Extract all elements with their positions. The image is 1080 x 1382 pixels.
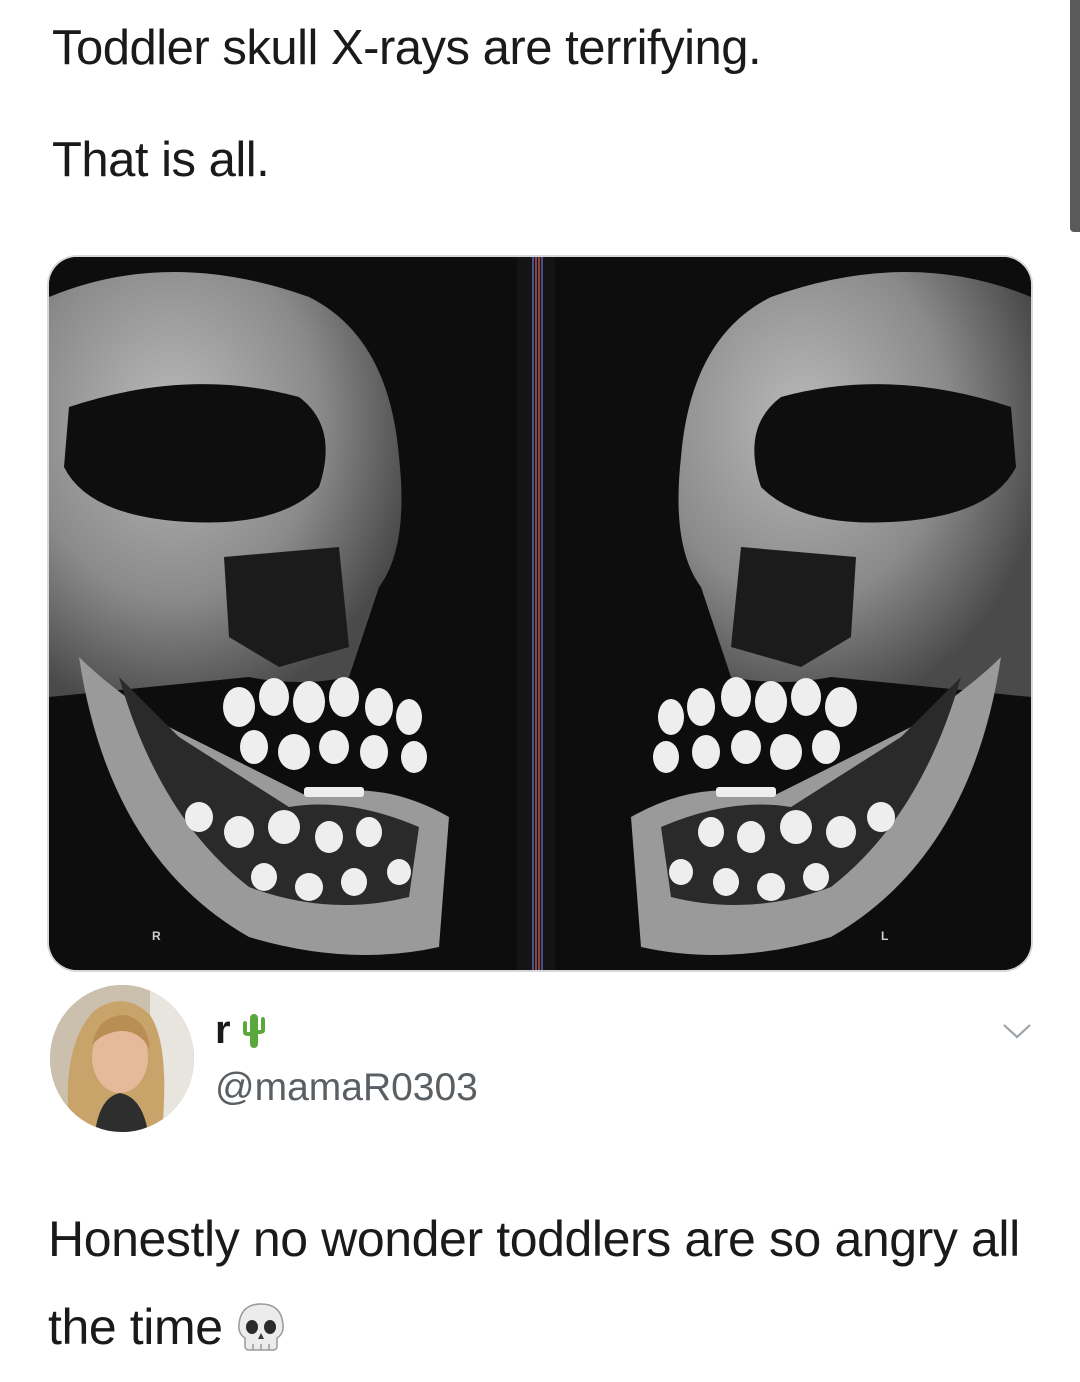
xray-right-skull [555,257,1031,970]
chevron-down-icon[interactable] [1000,1020,1034,1042]
xray-marker-left-side: L [881,929,889,943]
skull-icon [237,1303,284,1351]
post-text-line-2: That is all. [52,133,270,187]
avatar-photo [50,985,194,1132]
reply-text: Honestly no wonder toddlers are so angry… [48,1195,1038,1371]
image-divider [517,257,555,970]
xray-left-skull [49,257,517,970]
scrollbar[interactable] [1070,0,1080,232]
xray-image[interactable]: R L [49,257,1031,970]
xray-marker-right-side: R [152,929,161,943]
post-text-line-1: Toddler skull X-rays are terrifying. [52,21,762,75]
reply-display-name[interactable]: r [215,1008,269,1053]
avatar[interactable] [50,985,194,1132]
reply-handle[interactable]: @mamaR0303 [215,1066,478,1110]
reply-text-content: Honestly no wonder toddlers are so angry… [48,1211,1020,1355]
display-name-text: r [215,1008,231,1052]
cactus-icon [242,1013,265,1048]
divider-lines [532,257,543,970]
